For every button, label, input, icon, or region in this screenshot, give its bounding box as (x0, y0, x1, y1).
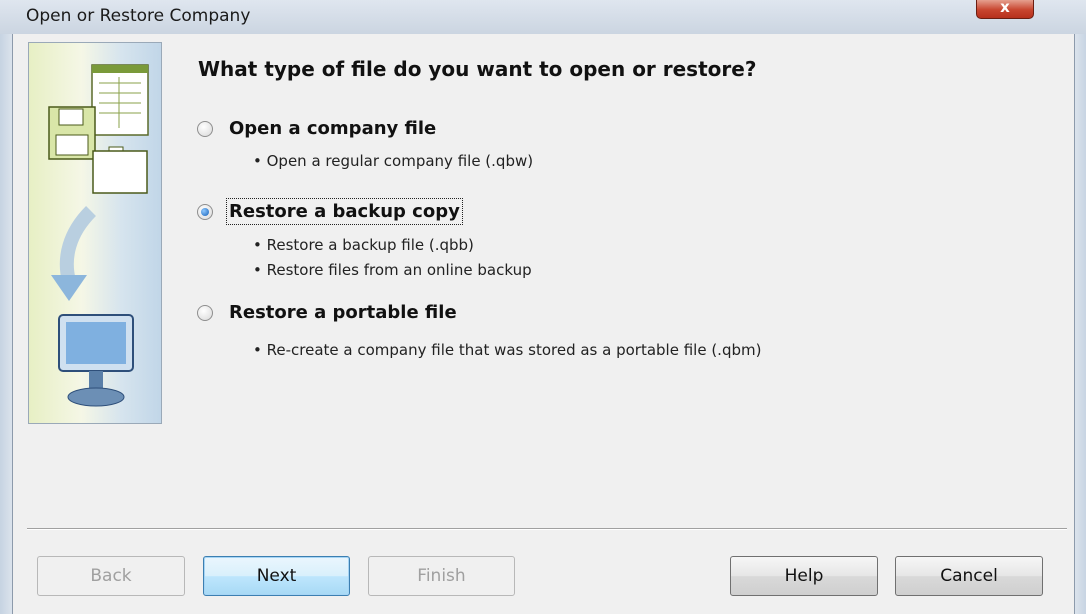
document-icon (91, 64, 149, 136)
option-label[interactable]: Restore a portable file (227, 300, 459, 325)
next-button[interactable]: Next (203, 556, 350, 596)
option-description: • Re-create a company file that was stor… (253, 341, 762, 359)
footer-divider (27, 528, 1067, 530)
computer-monitor-icon (58, 314, 134, 407)
radio-open-company-file[interactable] (197, 120, 213, 137)
option-description: • Restore a backup file (.qbb) (253, 236, 474, 254)
folder-icon (92, 146, 148, 194)
cancel-button[interactable]: Cancel (895, 556, 1043, 596)
close-icon: x (1000, 0, 1010, 16)
radio-restore-portable-file[interactable] (197, 304, 213, 321)
option-restore-portable-file[interactable]: Restore a portable file (197, 300, 459, 325)
option-description: • Open a regular company file (.qbw) (253, 152, 534, 170)
option-label[interactable]: Open a company file (227, 116, 438, 141)
floppy-disk-icon (48, 106, 96, 160)
option-description: • Restore files from an online backup (253, 261, 532, 279)
window-title: Open or Restore Company (26, 6, 251, 26)
arrow-down-icon (51, 206, 97, 301)
finish-button[interactable]: Finish (368, 556, 515, 596)
window-frame-right (1074, 34, 1086, 614)
back-button[interactable]: Back (37, 556, 185, 596)
option-label[interactable]: Restore a backup copy (226, 198, 463, 225)
option-open-company-file[interactable]: Open a company file (197, 116, 438, 141)
wizard-heading: What type of file do you want to open or… (198, 57, 757, 81)
help-button[interactable]: Help (730, 556, 878, 596)
option-restore-backup-copy[interactable]: Restore a backup copy (197, 198, 463, 225)
window-frame-left (0, 34, 13, 614)
sidebar-art (48, 64, 149, 407)
radio-restore-backup-copy[interactable] (197, 203, 213, 220)
wizard-sidebar-illustration (28, 42, 162, 424)
close-button[interactable]: x (976, 0, 1034, 19)
open-restore-dialog: Open or Restore Company x What type of f… (0, 0, 1086, 614)
title-bar: Open or Restore Company x (0, 0, 1086, 34)
